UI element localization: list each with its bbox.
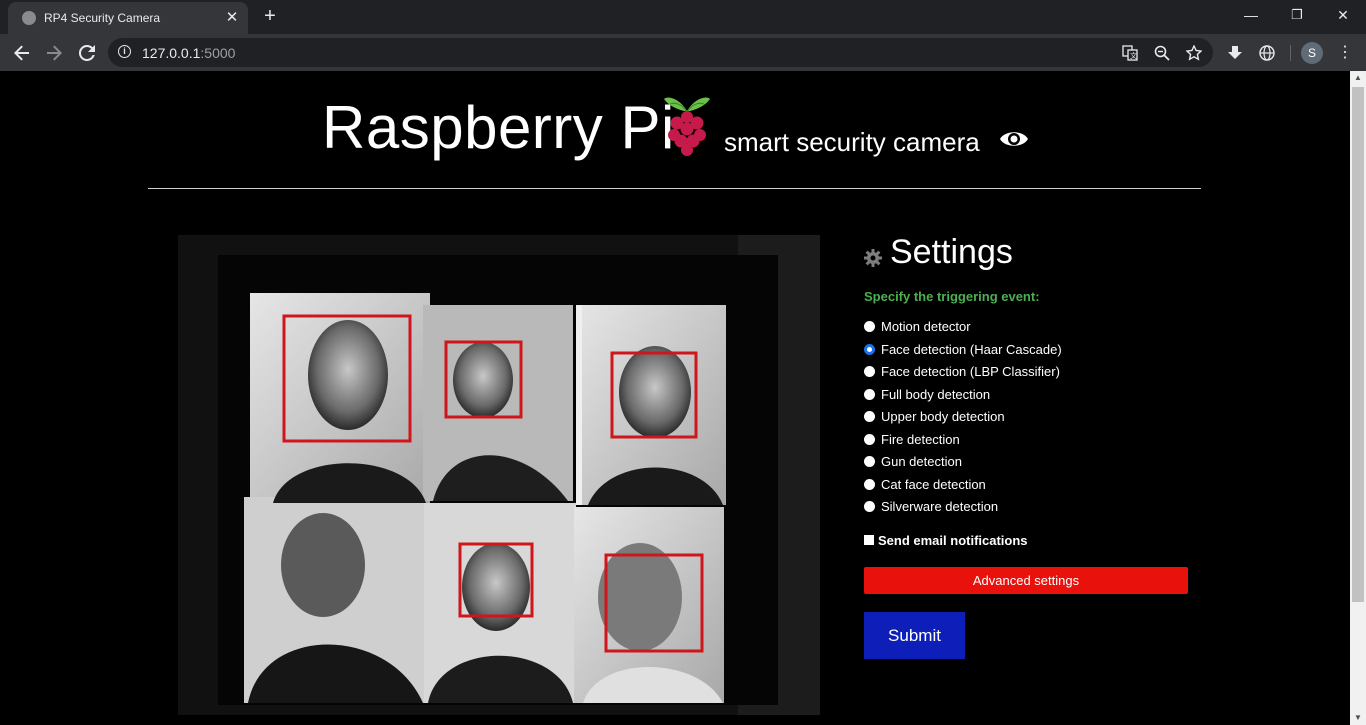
option-label: Motion detector	[881, 319, 971, 334]
profile-avatar[interactable]: S	[1301, 42, 1323, 64]
trigger-option[interactable]: Cat face detection	[864, 475, 1124, 495]
translate-icon[interactable]: 文	[1120, 43, 1140, 63]
extension-globe-icon[interactable]	[1256, 42, 1278, 64]
url-text[interactable]: 127.0.0.1:5000	[142, 45, 235, 61]
scroll-down-icon[interactable]: ▼	[1350, 711, 1366, 725]
back-arrow-icon[interactable]	[9, 40, 35, 66]
radio-button[interactable]	[864, 478, 875, 490]
page-header: Raspberry Pi smart security camera	[0, 71, 1350, 189]
trigger-option[interactable]: Motion detector	[864, 317, 1124, 337]
radio-button[interactable]	[864, 343, 875, 355]
browser-tab[interactable]: RP4 Security Camera ✕	[8, 2, 248, 34]
option-label: Gun detection	[881, 454, 962, 469]
zoom-icon[interactable]	[1152, 43, 1172, 63]
svg-text:文: 文	[1130, 51, 1137, 60]
info-icon[interactable]: i	[118, 45, 131, 58]
scroll-thumb[interactable]	[1352, 87, 1364, 602]
trigger-option[interactable]: Full body detection	[864, 385, 1124, 405]
close-window-button[interactable]: ✕	[1320, 0, 1366, 30]
trigger-option[interactable]: Upper body detection	[864, 407, 1124, 427]
radio-button[interactable]	[864, 411, 875, 422]
new-tab-button[interactable]: +	[258, 5, 282, 29]
option-label: Fire detection	[881, 431, 960, 447]
restore-button[interactable]: ❐	[1274, 0, 1320, 30]
star-icon[interactable]	[1184, 43, 1204, 63]
forward-arrow-icon[interactable]	[41, 40, 67, 66]
trigger-option[interactable]: Silverware detection	[864, 497, 1124, 517]
camera-feed-image	[178, 235, 820, 715]
close-tab-icon[interactable]: ✕	[222, 8, 242, 28]
globe-icon	[22, 11, 36, 25]
page-title: Raspberry Pi	[322, 94, 675, 161]
email-checkbox[interactable]	[864, 535, 874, 545]
radio-button[interactable]	[864, 501, 875, 512]
reload-icon[interactable]	[74, 40, 100, 66]
download-icon[interactable]	[1224, 42, 1246, 64]
address-bar[interactable]: i 127.0.0.1:5000 文	[108, 38, 1213, 67]
radio-button[interactable]	[864, 388, 875, 400]
radio-button[interactable]	[864, 433, 875, 445]
scroll-up-icon[interactable]: ▲	[1350, 71, 1366, 85]
browser-toolbar: i 127.0.0.1:5000 文 S ⋮	[0, 34, 1366, 71]
option-label: Silverware detection	[881, 499, 999, 514]
submit-button[interactable]: Submit	[864, 612, 965, 659]
trigger-event-label: Specify the triggering event:	[864, 289, 1040, 304]
option-label: Full body detection	[881, 386, 991, 402]
option-label: Cat face detection	[881, 476, 986, 492]
header-divider	[148, 188, 1201, 189]
email-notifications-option[interactable]: Send email notifications	[864, 532, 1124, 552]
radio-button[interactable]	[864, 456, 875, 467]
menu-icon[interactable]: ⋮	[1334, 42, 1356, 64]
option-label: Upper body detection	[881, 409, 1005, 424]
gear-icon	[864, 249, 882, 267]
scrollbar[interactable]: ▲ ▼	[1350, 71, 1366, 725]
email-label: Send email notifications	[878, 533, 1028, 548]
minimize-button[interactable]: —	[1228, 0, 1274, 30]
page-body: Raspberry Pi smart security camera Setti…	[0, 71, 1350, 725]
trigger-option[interactable]: Fire detection	[864, 430, 1124, 450]
tab-strip: RP4 Security Camera ✕ + — ❐ ✕	[0, 0, 1366, 34]
camera-feed	[178, 235, 820, 715]
trigger-option[interactable]: Face detection (Haar Cascade)	[864, 340, 1124, 360]
toolbar-divider	[1290, 45, 1291, 61]
option-label: Face detection (Haar Cascade)	[881, 341, 1062, 357]
eye-icon	[1000, 132, 1028, 146]
option-label: Face detection (LBP Classifier)	[881, 364, 1060, 379]
tab-title: RP4 Security Camera	[44, 11, 161, 25]
trigger-option[interactable]: Face detection (LBP Classifier)	[864, 362, 1124, 382]
raspberry-logo-icon	[664, 97, 710, 156]
radio-button[interactable]	[864, 321, 875, 332]
advanced-settings-button[interactable]: Advanced settings	[864, 567, 1188, 594]
page-subtitle: smart security camera	[724, 127, 980, 157]
radio-button[interactable]	[864, 366, 875, 377]
trigger-option[interactable]: Gun detection	[864, 452, 1124, 472]
